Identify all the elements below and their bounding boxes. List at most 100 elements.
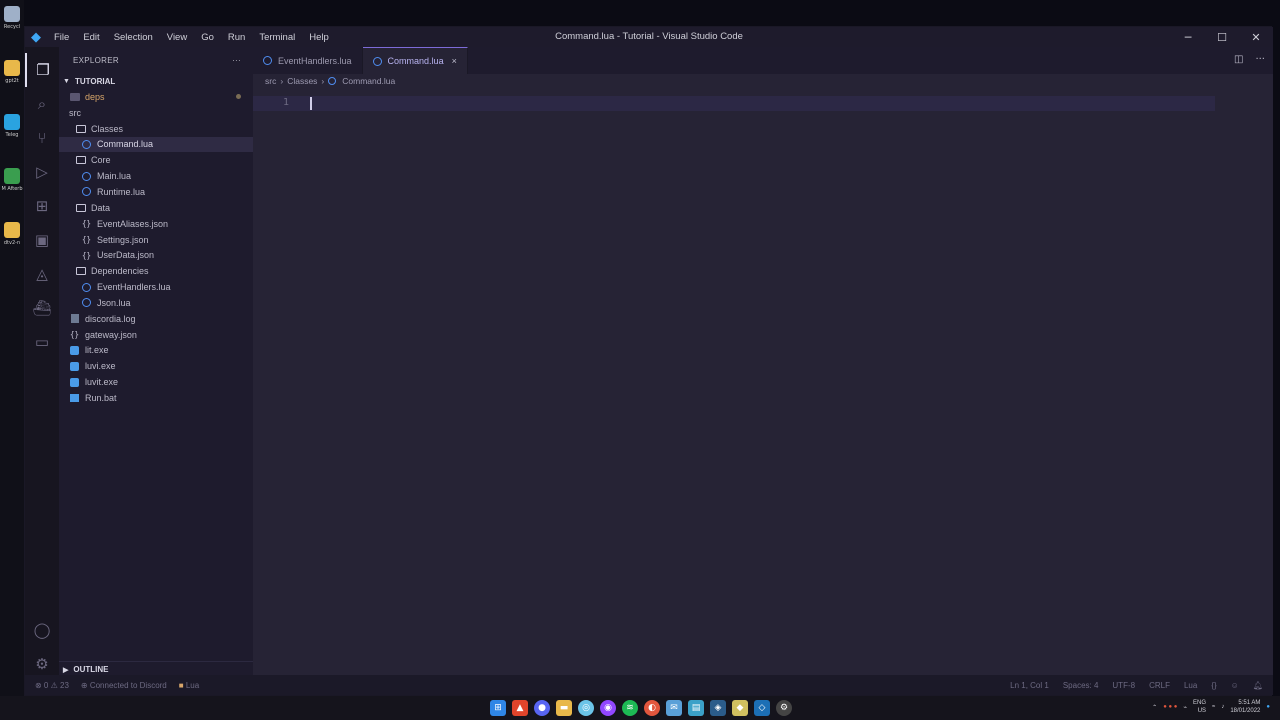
file-explorer-icon[interactable]: ▬ [556, 700, 572, 716]
desktop-shortcut[interactable]: Teleg [2, 114, 22, 138]
tray-app-icons[interactable]: ● ● ● [1163, 704, 1177, 710]
tree-item[interactable]: Core [59, 152, 253, 168]
breadcrumb-item[interactable]: Command.lua [342, 76, 395, 86]
tree-item[interactable]: luvi.exe [59, 358, 253, 374]
desktop-icon-strip: Recycl gpt2t Teleg M Afterb dtv2-n [0, 0, 24, 696]
lua-icon: ■ [178, 680, 186, 690]
encoding[interactable]: UTF-8 [1112, 681, 1135, 690]
breadcrumb-item[interactable]: Classes [287, 76, 317, 86]
tree-item[interactable]: {} UserData.json [59, 247, 253, 263]
tree-item[interactable]: discordia.log [59, 311, 253, 327]
clock-date: 18/01/2022 [1230, 708, 1261, 714]
files-icon[interactable]: ❐ [25, 53, 59, 87]
menu-item-go[interactable]: Go [194, 32, 221, 43]
tree-item[interactable]: Data [59, 200, 253, 216]
maximize-icon[interactable]: ☐ [1205, 27, 1239, 47]
more-actions-icon[interactable]: ··· [1255, 54, 1265, 65]
tree-item-label: Run.bat [85, 392, 117, 403]
tree-item[interactable]: src [59, 105, 253, 121]
network-icon[interactable]: ⌁ [1183, 704, 1187, 711]
code-editor[interactable] [293, 95, 1253, 665]
run-debug-icon[interactable]: ▷ [25, 155, 59, 189]
browser-icon[interactable]: ◐ [644, 700, 660, 716]
tab-command[interactable]: Command.lua × [362, 47, 468, 74]
notification-badge-icon[interactable]: ● [1266, 704, 1270, 710]
menu-item-file[interactable]: File [47, 32, 76, 43]
tree-item[interactable]: Run.bat [59, 390, 253, 406]
tree-item-label: gateway.json [85, 329, 137, 340]
tree-item[interactable]: Main.lua [59, 168, 253, 184]
workspace-section[interactable]: ▼ TUTORIAL [59, 73, 253, 89]
extensions-icon[interactable]: ⊞ [25, 189, 59, 223]
tree-item[interactable]: {} EventAliases.json [59, 216, 253, 232]
desktop-shortcut[interactable]: gpt2t [2, 60, 22, 84]
more-actions-icon[interactable]: ··· [232, 56, 241, 65]
indentation[interactable]: Spaces: 4 [1063, 681, 1099, 690]
desktop-shortcut[interactable]: dtv2-n [2, 222, 22, 246]
tab-close-icon[interactable]: × [452, 56, 457, 66]
end-of-line[interactable]: CRLF [1149, 681, 1170, 690]
volume-icon[interactable]: ♪ [1221, 704, 1224, 710]
feedback-icon[interactable]: ☺ [1231, 681, 1239, 690]
workspace-name: TUTORIAL [74, 76, 116, 86]
input-language[interactable]: ENG US [1193, 699, 1206, 715]
menu-item-help[interactable]: Help [302, 32, 336, 43]
menu-item-view[interactable]: View [160, 32, 194, 43]
vscode-taskbar-icon[interactable]: ◇ [754, 700, 770, 716]
tree-item[interactable]: Classes [59, 121, 253, 137]
minimize-icon[interactable]: ─ [1171, 27, 1205, 47]
desktop-shortcut[interactable]: Recycl [2, 6, 22, 30]
menu-item-terminal[interactable]: Terminal [252, 32, 302, 43]
lua-status[interactable]: ■ Lua [179, 681, 199, 690]
split-editor-icon[interactable]: ◫ [1234, 54, 1243, 65]
discord-status-label: Connected to Discord [89, 680, 167, 690]
chrome-icon[interactable]: ◎ [578, 700, 594, 716]
problems-indicator[interactable]: ⊗ 0 ⚠ 23 [35, 681, 69, 690]
discord-status[interactable]: ⊕ Connected to Discord [81, 681, 167, 690]
language-mode[interactable]: Lua [1184, 681, 1197, 690]
braces-icon[interactable]: {} [1211, 681, 1216, 690]
tree-item[interactable]: {} Settings.json [59, 232, 253, 248]
source-control-icon[interactable]: ⑂ [25, 121, 59, 155]
tray-chevron-up-icon[interactable]: ⌃ [1152, 704, 1157, 711]
tree-item[interactable]: Command.lua [59, 136, 253, 153]
wifi-icon[interactable]: ≈ [1212, 704, 1215, 710]
close-icon[interactable]: ✕ [1239, 27, 1273, 47]
tree-item[interactable]: deps [59, 89, 253, 105]
database-icon[interactable]: ▭ [25, 325, 59, 359]
search-icon[interactable]: ⌕ [25, 87, 59, 121]
clock[interactable]: 5:51 AM 18/01/2022 [1230, 699, 1260, 715]
notifications-icon[interactable]: 🔔︎ [1253, 681, 1263, 690]
account-icon[interactable]: ◯ [25, 613, 59, 647]
menu-item-edit[interactable]: Edit [76, 32, 106, 43]
menu-item-run[interactable]: Run [221, 32, 252, 43]
discord-icon[interactable]: ● [534, 700, 550, 716]
tree-item[interactable]: Dependencies [59, 263, 253, 279]
mail-icon[interactable]: ✉ [666, 700, 682, 716]
desktop-shortcut[interactable]: M Afterb [1, 168, 23, 192]
tree-item-label: Json.lua [97, 297, 131, 308]
tool-icon[interactable]: ◆ [732, 700, 748, 716]
docker-icon[interactable]: ⛴ [25, 291, 59, 325]
notepad-icon[interactable]: ▤ [688, 700, 704, 716]
tree-item[interactable]: EventHandlers.lua [59, 279, 253, 295]
breadcrumb-item[interactable]: src [265, 76, 276, 86]
settings-icon[interactable]: ⚙ [776, 700, 792, 716]
azure-icon[interactable]: ◬ [25, 257, 59, 291]
tree-item-label: lit.exe [85, 345, 109, 356]
tree-item[interactable]: Json.lua [59, 295, 253, 311]
tree-item[interactable]: {} gateway.json [59, 327, 253, 343]
tab-eventhandlers[interactable]: EventHandlers.lua [253, 47, 363, 74]
obs-icon[interactable]: ◉ [600, 700, 616, 716]
remote-explorer-icon[interactable]: ▣ [25, 223, 59, 257]
tree-item[interactable]: Runtime.lua [59, 184, 253, 200]
shortcut-icon [4, 168, 20, 184]
cursor-position[interactable]: Ln 1, Col 1 [1010, 681, 1049, 690]
spotify-icon[interactable]: ≋ [622, 700, 638, 716]
steam-icon[interactable]: ◈ [710, 700, 726, 716]
windows-start-icon[interactable]: ⊞ [490, 700, 506, 716]
tree-item[interactable]: luvit.exe [59, 374, 253, 390]
brave-icon[interactable]: ▲ [512, 700, 528, 716]
menu-item-selection[interactable]: Selection [107, 32, 160, 43]
tree-item[interactable]: lit.exe [59, 343, 253, 359]
